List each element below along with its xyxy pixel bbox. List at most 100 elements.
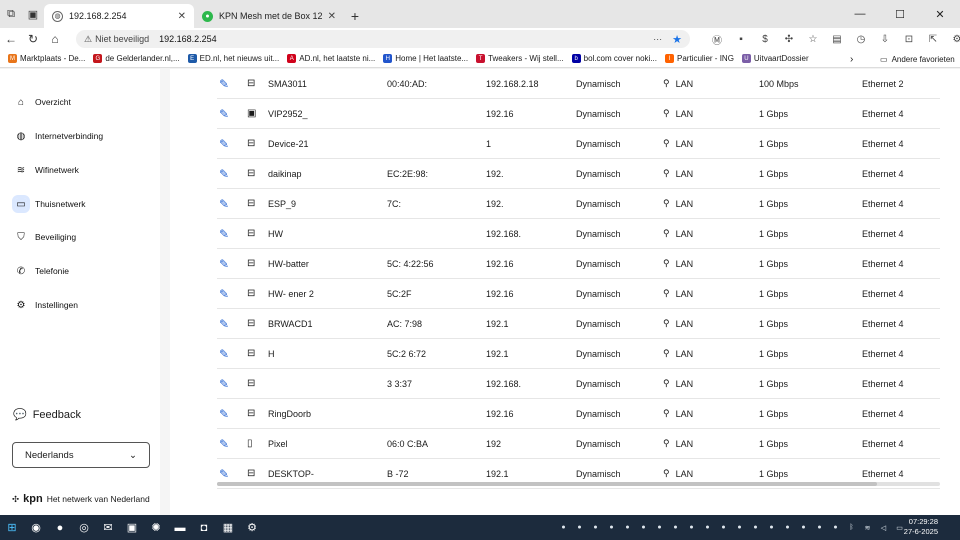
tray-icon[interactable]: ● [780, 515, 795, 540]
edit-icon[interactable]: ✎ [219, 129, 233, 158]
sidebar-item-wifinetwerk[interactable]: ≋ Wifinetwerk [15, 164, 79, 176]
collections-icon[interactable]: ▤ [826, 31, 848, 47]
favorite-star-icon[interactable]: ★ [672, 33, 682, 46]
edit-icon[interactable]: ✎ [219, 159, 233, 188]
new-tab-button[interactable]: + [344, 4, 366, 28]
url-text[interactable]: 192.168.2.254 [159, 34, 653, 44]
language-select[interactable]: Nederlands ⌄ [12, 442, 150, 468]
close-tab-icon[interactable]: ✕ [328, 11, 336, 22]
chevron-right-icon[interactable]: › [850, 50, 853, 68]
history-icon[interactable]: ◷ [850, 31, 872, 47]
edge-icon[interactable]: ◉ [24, 515, 48, 540]
app-icon[interactable]: ◘ [192, 515, 216, 540]
close-window-icon[interactable]: ✕ [920, 0, 960, 28]
volume-icon[interactable]: ◁ [876, 515, 891, 540]
tray-icon[interactable]: ● [764, 515, 779, 540]
sidebar-item-internetverbinding[interactable]: ◍ Internetverbinding [15, 130, 103, 142]
tray-icon[interactable]: ● [588, 515, 603, 540]
share-icon[interactable]: ⇱ [922, 31, 944, 47]
edit-icon[interactable]: ✎ [219, 279, 233, 308]
tray-icon[interactable]: ● [796, 515, 811, 540]
downloads-icon[interactable]: ⇩ [874, 31, 896, 47]
tray-icon[interactable]: ● [652, 515, 667, 540]
tray-icon[interactable]: ● [716, 515, 731, 540]
tray-icon[interactable]: ● [572, 515, 587, 540]
screenshot-icon[interactable]: ⊡ [898, 31, 920, 47]
tray-icon[interactable]: ● [604, 515, 619, 540]
favorites-icon[interactable]: ☆ [802, 31, 824, 47]
edit-icon[interactable]: ✎ [219, 99, 233, 128]
tab-kpn-mesh[interactable]: ● KPN Mesh met de Box 12 mijn P ✕ [194, 4, 344, 28]
horizontal-scrollbar[interactable] [217, 482, 940, 486]
camera-icon[interactable]: ▣ [120, 515, 144, 540]
sidebar-item-telefonie[interactable]: ✆ Telefonie [15, 265, 69, 277]
sidebar-item-instellingen[interactable]: ⚙ Instellingen [15, 299, 79, 311]
sidebar: ⌂ Overzicht ◍ Internetverbinding ≋ Wifin… [0, 69, 160, 515]
app-icon[interactable]: ▦ [216, 515, 240, 540]
workspaces-icon[interactable]: ⧉ [0, 0, 22, 28]
settings-icon[interactable]: ⚙ [946, 31, 960, 47]
app-icon[interactable]: ✺ [144, 515, 168, 540]
edit-icon[interactable]: ✎ [219, 309, 233, 338]
scrollbar-thumb[interactable] [217, 482, 877, 486]
table-row: ✎ ⊟ Device-21 1 Dynamisch ⚲ LAN 1 Gbps Ethernet … [217, 129, 940, 159]
back-icon[interactable]: ← [0, 28, 22, 50]
edit-icon[interactable]: ✎ [219, 219, 233, 248]
bookmark-item[interactable]: A AD.nl, het laatste ni... [279, 54, 375, 63]
not-secure-badge[interactable]: ⚠ Niet beveiligd [84, 34, 149, 45]
app-icon[interactable]: ▬ [168, 515, 192, 540]
bookmark-item[interactable]: I Particulier - ING [657, 54, 734, 63]
extension-icon-dollar[interactable]: $ [754, 31, 776, 47]
tab-router[interactable]: ◍ 192.168.2.254 ✕ [44, 4, 194, 28]
extension-icon-blue[interactable]: ▪ [730, 31, 752, 47]
tray-icon[interactable]: ● [636, 515, 651, 540]
edit-icon[interactable]: ✎ [219, 399, 233, 428]
tray-icon[interactable]: ● [732, 515, 747, 540]
ip-type: Dynamisch [576, 198, 621, 209]
tray-icon[interactable]: ● [684, 515, 699, 540]
tray-icon[interactable]: ● [828, 515, 843, 540]
settings-icon[interactable]: ⚙ [240, 515, 264, 540]
minimize-icon[interactable]: — [840, 0, 880, 28]
extensions-puzzle-icon[interactable]: ✣ [778, 31, 800, 47]
address-bar[interactable]: ⚠ Niet beveiligd 192.168.2.254 ⋯ ★ [76, 30, 690, 48]
bookmark-item[interactable]: M Marktplaats - De... [0, 54, 85, 63]
tab-actions-icon[interactable]: ▣ [22, 0, 44, 28]
bookmark-item[interactable]: Gde Gelderlander.nl,... [85, 54, 180, 63]
bluetooth-icon[interactable]: ᛒ [844, 515, 859, 540]
edit-icon[interactable]: ✎ [219, 189, 233, 218]
sidebar-item-overzicht[interactable]: ⌂ Overzicht [15, 96, 71, 108]
start-icon[interactable]: ⊞ [0, 515, 24, 540]
other-bookmarks[interactable]: ▭ Andere favorieten [880, 50, 955, 68]
clock[interactable]: 07:29:28 27-6-2025 [904, 517, 938, 537]
tray-icon[interactable]: ● [556, 515, 571, 540]
maximize-icon[interactable]: ☐ [880, 0, 920, 28]
extension-icon-m[interactable]: Ⓜ [706, 31, 728, 47]
bookmark-item[interactable]: b bol.com cover noki... [564, 54, 657, 63]
tray-icon[interactable]: ● [700, 515, 715, 540]
edit-icon[interactable]: ✎ [219, 369, 233, 398]
tray-icon[interactable]: ● [668, 515, 683, 540]
close-tab-icon[interactable]: ✕ [178, 11, 186, 22]
chrome-icon[interactable]: ◎ [72, 515, 96, 540]
tray-icon[interactable]: ● [748, 515, 763, 540]
wifi-icon[interactable]: ≋ [860, 515, 875, 540]
edit-icon[interactable]: ✎ [219, 429, 233, 458]
bookmark-item[interactable]: H Home | Het laatste... [375, 54, 468, 63]
home-icon[interactable]: ⌂ [44, 28, 66, 50]
bookmark-item[interactable]: E ED.nl, het nieuws uit... [180, 54, 279, 63]
edit-icon[interactable]: ✎ [219, 339, 233, 368]
feedback-button[interactable]: 💬 Feedback [13, 408, 81, 422]
firefox-icon[interactable]: ● [48, 515, 72, 540]
reload-icon[interactable]: ↻ [22, 28, 44, 50]
more-options-icon[interactable]: ⋯ [653, 34, 662, 45]
tray-icon[interactable]: ● [812, 515, 827, 540]
bookmark-item[interactable]: U UitvaartDossier [734, 54, 809, 63]
edit-icon[interactable]: ✎ [219, 249, 233, 278]
edit-icon[interactable]: ✎ [219, 69, 233, 98]
outlook-icon[interactable]: ✉ [96, 515, 120, 540]
bookmark-item[interactable]: T Tweakers - Wij stell... [468, 54, 564, 63]
sidebar-item-beveiliging[interactable]: ⛉ Beveiliging [15, 231, 76, 243]
sidebar-item-thuisnetwerk[interactable]: ▭ Thuisnetwerk [12, 195, 86, 213]
tray-icon[interactable]: ● [620, 515, 635, 540]
